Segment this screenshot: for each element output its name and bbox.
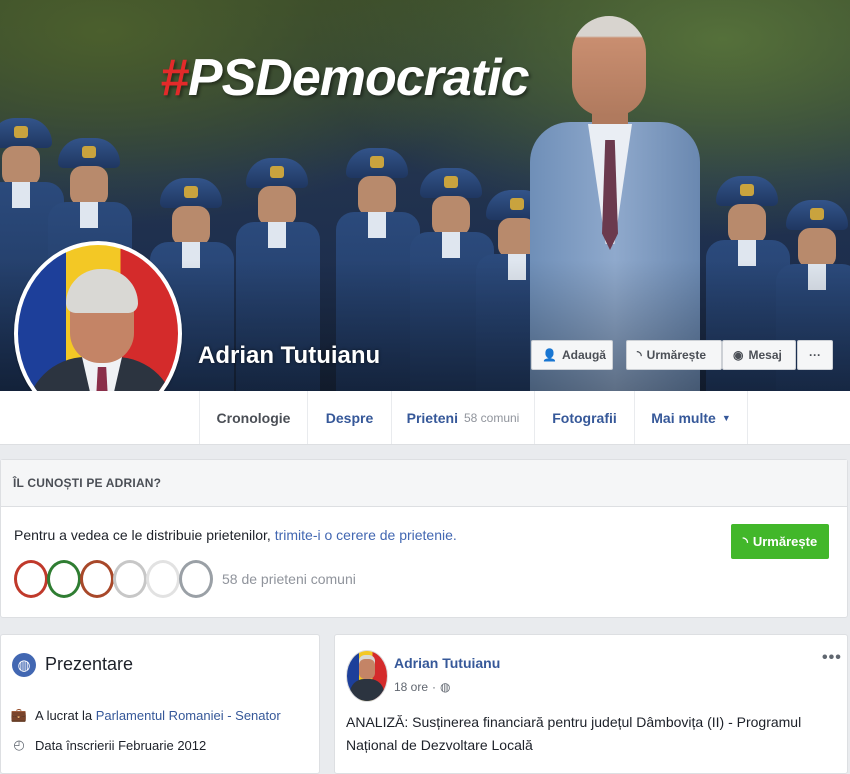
- messenger-icon: ◉: [733, 348, 744, 362]
- post-author-avatar[interactable]: [346, 650, 388, 702]
- tab-photos-label: Fotografii: [552, 409, 617, 426]
- more-options-icon: ···: [809, 348, 821, 362]
- follow-button[interactable]: ◝ Urmărește: [626, 340, 722, 370]
- intro-joined-row: ◴ Data înscrierii Februarie 2012: [11, 737, 206, 753]
- follow-button-green[interactable]: ◝ Urmărește: [731, 524, 829, 559]
- tab-friends-count: 58 comuni: [463, 410, 520, 425]
- cover-hashtag-text: PSDemocratic: [187, 49, 530, 107]
- mutual-friend-avatar[interactable]: [179, 560, 213, 598]
- intro-card: ◍ Prezentare 💼 A lucrat la Parlamentul R…: [0, 634, 320, 774]
- post-card: Adrian Tutuianu 18 ore · ◍ ••• ANALIZĂ: …: [334, 634, 848, 774]
- mutual-friend-avatar[interactable]: [14, 560, 48, 598]
- globe-icon: ◍: [12, 653, 36, 677]
- know-him-card: ÎL CUNOȘTI PE ADRIAN? Pentru a vedea ce …: [0, 459, 848, 618]
- add-friend-label: Adaugă: [561, 348, 606, 362]
- intro-work-link[interactable]: Parlamentul Romaniei - Senator: [96, 708, 281, 723]
- know-him-title: ÎL CUNOȘTI PE ADRIAN?: [1, 460, 847, 507]
- post-text: ANALIZĂ: Susținerea financiară pentru ju…: [346, 714, 802, 753]
- mutual-friends-count[interactable]: 58 de prieteni comuni: [222, 571, 356, 587]
- tab-more-label: Mai multe: [651, 409, 716, 426]
- clock-icon: ◴: [13, 737, 25, 752]
- cover-hashtag-symbol: #: [160, 49, 189, 107]
- tab-timeline[interactable]: Cronologie: [199, 391, 307, 444]
- rss-icon: ◝: [637, 348, 642, 362]
- tab-friends[interactable]: Prieteni 58 comuni: [391, 391, 534, 444]
- globe-small-icon[interactable]: ◍: [440, 680, 450, 694]
- more-options-button[interactable]: ···: [797, 340, 833, 370]
- tab-more[interactable]: Mai multe ▼: [634, 391, 748, 444]
- mutual-friend-avatar[interactable]: [47, 560, 81, 598]
- post-author-name[interactable]: Adrian Tutuianu: [394, 655, 500, 671]
- chevron-down-icon: ▼: [721, 412, 731, 423]
- profile-tabs: Cronologie Despre Prieteni 58 comuni Fot…: [0, 391, 850, 445]
- rss-icon: ◝: [742, 533, 748, 549]
- profile-name[interactable]: Adrian Tutuianu: [198, 342, 380, 370]
- intro-work-prefix: A lucrat la: [35, 707, 96, 723]
- briefcase-icon: 💼: [10, 707, 28, 722]
- tab-about-label: Despre: [325, 409, 374, 426]
- intro-work-row: 💼 A lucrat la Parlamentul Romaniei - Sen…: [11, 707, 281, 723]
- cover-hashtag: #PSDemocratic: [160, 48, 530, 108]
- message-button[interactable]: ◉ Mesaj: [722, 340, 796, 370]
- add-friend-button[interactable]: 👤 Adaugă: [531, 340, 613, 370]
- mutual-friend-avatar[interactable]: [80, 560, 114, 598]
- post-time[interactable]: 18 ore: [394, 680, 428, 694]
- tab-photos[interactable]: Fotografii: [534, 391, 634, 444]
- know-him-text-prefix: Pentru a vedea ce le distribuie prieteni…: [14, 527, 275, 543]
- mutual-friend-avatar[interactable]: [146, 560, 180, 598]
- follow-label: Urmărește: [646, 348, 707, 362]
- tab-about[interactable]: Despre: [307, 391, 391, 444]
- know-him-text: Pentru a vedea ce le distribuie prieteni…: [14, 527, 457, 543]
- tab-friends-label: Prieteni: [406, 409, 458, 426]
- follow-green-label: Urmărește: [752, 534, 818, 549]
- mutual-friend-avatar[interactable]: [113, 560, 147, 598]
- post-meta: 18 ore · ◍: [394, 680, 451, 694]
- tab-timeline-label: Cronologie: [216, 409, 291, 426]
- intro-title: Prezentare: [45, 654, 134, 674]
- send-friend-request-link[interactable]: trimite-i o cerere de prietenie.: [275, 527, 457, 543]
- add-friend-icon: 👤: [542, 348, 557, 362]
- message-label: Mesaj: [748, 348, 782, 362]
- post-options-button[interactable]: •••: [822, 649, 842, 667]
- post-separator: ·: [432, 680, 437, 694]
- intro-joined-text: Data înscrierii Februarie 2012: [35, 737, 207, 753]
